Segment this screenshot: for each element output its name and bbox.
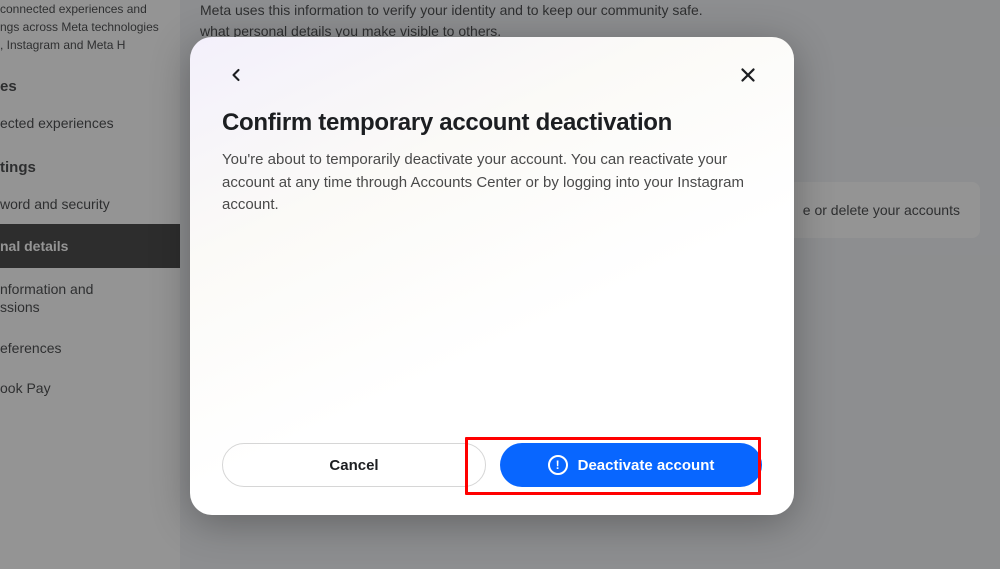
cancel-button-label: Cancel xyxy=(329,457,378,474)
modal-footer: Cancel ! Deactivate account xyxy=(222,431,762,487)
chevron-left-icon xyxy=(226,65,246,85)
deactivate-button-label: Deactivate account xyxy=(578,457,715,474)
cancel-button[interactable]: Cancel xyxy=(222,443,486,487)
modal-header xyxy=(222,59,762,91)
modal-title: Confirm temporary account deactivation xyxy=(222,109,762,137)
confirm-deactivation-modal: Confirm temporary account deactivation Y… xyxy=(190,37,794,515)
deactivate-account-button[interactable]: ! Deactivate account xyxy=(500,443,762,487)
alert-icon: ! xyxy=(548,455,568,475)
modal-body-text: You're about to temporarily deactivate y… xyxy=(222,149,762,217)
back-button[interactable] xyxy=(222,61,250,89)
close-icon xyxy=(737,64,759,86)
close-button[interactable] xyxy=(734,61,762,89)
